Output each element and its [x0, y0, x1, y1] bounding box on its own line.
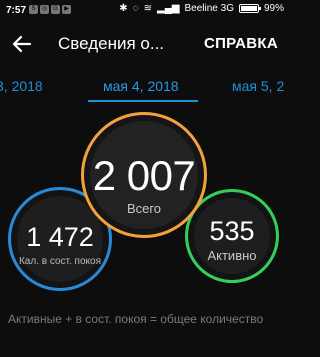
- carrier-name: Beeline 3G: [184, 3, 234, 14]
- total-calories-label: Всего: [126, 201, 162, 216]
- notification-icons: S ◎ G ▶: [29, 5, 71, 14]
- status-bar: 7:57 S ◎ G ▶ ✱ ◌ ≋ ▂▄▆ Beeline 3G 99%: [0, 0, 288, 22]
- status-time: 7:57: [6, 5, 27, 16]
- date-tab-current[interactable]: мая 4, 2018: [103, 78, 179, 94]
- date-tab-prev[interactable]: 3, 2018: [0, 78, 43, 94]
- status-right: ✱ ◌ ≋ ▂▄▆ Beeline 3G 99%: [119, 3, 284, 14]
- rest-calories-label: Кал. в сост. покоя: [18, 256, 101, 267]
- notification-app-icon: ◎: [40, 5, 49, 14]
- bluetooth-icon: ✱: [119, 3, 128, 14]
- app-toolbar: Сведения о... СПРАВКА: [0, 22, 288, 66]
- active-calories-label: Активно: [207, 248, 257, 263]
- arrow-left-icon: [12, 35, 32, 53]
- date-tab-next[interactable]: мая 5, 2: [232, 78, 284, 94]
- rest-calories-value: 1 472: [26, 222, 94, 252]
- notification-app-icon: ▶: [62, 5, 71, 14]
- date-tab-indicator: [88, 100, 198, 102]
- back-button[interactable]: [10, 32, 34, 56]
- mute-icon: ◌: [132, 3, 139, 14]
- notification-app-icon: S: [29, 5, 38, 14]
- notification-app-icon: G: [51, 5, 60, 14]
- battery-percent: 99%: [263, 3, 284, 14]
- wifi-icon: ≋: [143, 3, 153, 14]
- help-button[interactable]: СПРАВКА: [204, 35, 278, 52]
- page-title: Сведения о...: [58, 34, 165, 53]
- active-calories-value: 535: [209, 216, 255, 246]
- total-calories-value: 2 007: [92, 152, 196, 199]
- total-calories-circle[interactable]: 2 007 Всего: [81, 112, 207, 238]
- signal-icon: ▂▄▆: [157, 3, 180, 14]
- calories-formula-caption: Активные + в сост. покоя = общее количес…: [8, 312, 264, 326]
- date-selector: 3, 2018 мая 4, 2018 мая 5, 2: [0, 66, 288, 106]
- battery-icon: [238, 4, 261, 13]
